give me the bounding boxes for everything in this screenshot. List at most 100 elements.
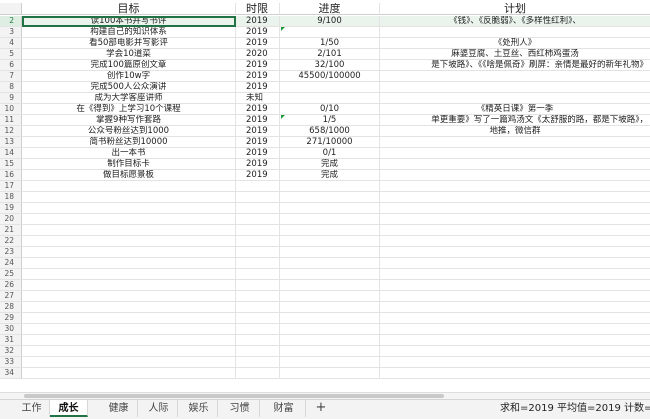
progress-cell[interactable]: 1/5 [280, 115, 380, 126]
row-number[interactable]: 3 [0, 27, 22, 38]
plan-cell[interactable]: 单更重要》写了一篇鸡汤文《太舒服的路，都是下坡路》， [380, 115, 650, 126]
row-number[interactable]: 2 [0, 16, 22, 27]
table-row[interactable]: 32 [0, 346, 650, 357]
plan-cell[interactable] [380, 225, 650, 236]
progress-cell[interactable] [280, 181, 380, 192]
deadline-cell[interactable] [236, 368, 280, 379]
plan-cell[interactable] [380, 148, 650, 159]
sheet-tab-4[interactable]: 人际 [140, 400, 178, 417]
table-row[interactable]: 16 做目标愿景板 2019 完成 [0, 170, 650, 181]
deadline-cell[interactable] [236, 203, 280, 214]
plan-cell[interactable] [380, 357, 650, 368]
row-number[interactable]: 8 [0, 82, 22, 93]
plan-cell[interactable] [380, 247, 650, 258]
row-number[interactable]: 25 [0, 269, 22, 280]
goal-cell[interactable]: 掌握9种写作套路 [22, 115, 236, 126]
goal-cell[interactable]: 出一本书 [22, 148, 236, 159]
deadline-cell[interactable]: 2019 [236, 126, 280, 137]
deadline-cell[interactable]: 2019 [236, 16, 280, 27]
row-number[interactable]: 12 [0, 126, 22, 137]
row-number[interactable]: 32 [0, 346, 22, 357]
plan-cell[interactable] [380, 335, 650, 346]
plan-cell[interactable] [380, 214, 650, 225]
table-row[interactable]: 3 构建自己的知识体系 2019 [0, 27, 650, 38]
table-row[interactable]: 22 [0, 236, 650, 247]
progress-cell[interactable] [280, 258, 380, 269]
deadline-cell[interactable] [236, 269, 280, 280]
row-number[interactable]: 13 [0, 137, 22, 148]
progress-cell[interactable]: 271/10000 [280, 137, 380, 148]
scrollbar-thumb[interactable] [24, 394, 444, 398]
row-number[interactable]: 23 [0, 247, 22, 258]
progress-cell[interactable] [280, 269, 380, 280]
table-row[interactable]: 30 [0, 324, 650, 335]
goal-cell[interactable]: 在《得到》上学习10个课程 [22, 104, 236, 115]
table-row[interactable]: 12 公众号粉丝达到1000 2019 658/1000 地推，微信群 [0, 126, 650, 137]
progress-cell[interactable]: 658/1000 [280, 126, 380, 137]
sheet-tab-2[interactable]: 成长 [50, 400, 88, 417]
deadline-cell[interactable] [236, 181, 280, 192]
goal-cell[interactable]: 成为大学客座讲师 [22, 93, 236, 104]
deadline-cell[interactable] [236, 247, 280, 258]
table-row[interactable]: 6 完成100篇原创文章 2019 32/100 是下坡路》、《《啥是佩奇》刷屏：亲情是… [0, 60, 650, 71]
row-number[interactable]: 30 [0, 324, 22, 335]
progress-cell[interactable]: 完成 [280, 159, 380, 170]
row-number[interactable]: 28 [0, 302, 22, 313]
sheet-tab-6[interactable]: 习惯 [220, 400, 260, 417]
plan-cell[interactable]: 地推，微信群 [380, 126, 650, 137]
deadline-cell[interactable] [236, 291, 280, 302]
column-header-plan[interactable]: 计划 [380, 3, 650, 15]
plan-cell[interactable] [380, 269, 650, 280]
table-row[interactable]: 29 [0, 313, 650, 324]
plan-cell[interactable]: 《处刑人》 [380, 38, 650, 49]
deadline-cell[interactable]: 2019 [236, 82, 280, 93]
row-number[interactable]: 4 [0, 38, 22, 49]
row-number[interactable]: 21 [0, 225, 22, 236]
goal-cell[interactable] [22, 258, 236, 269]
row-number[interactable]: 33 [0, 357, 22, 368]
plan-cell[interactable] [380, 324, 650, 335]
sheet-tab-1[interactable]: 工作 [14, 400, 50, 417]
deadline-cell[interactable]: 2019 [236, 148, 280, 159]
plan-cell[interactable]: 麻婆豆腐、土豆丝、西红柿鸡蛋汤 [380, 49, 650, 60]
plan-cell[interactable] [380, 291, 650, 302]
deadline-cell[interactable]: 2019 [236, 60, 280, 71]
goal-cell[interactable]: 做目标愿景板 [22, 170, 236, 181]
progress-cell[interactable]: 32/100 [280, 60, 380, 71]
table-row[interactable]: 24 [0, 258, 650, 269]
progress-cell[interactable] [280, 302, 380, 313]
plan-cell[interactable] [380, 181, 650, 192]
row-number[interactable]: 11 [0, 115, 22, 126]
table-row[interactable]: 18 [0, 192, 650, 203]
row-number[interactable]: 14 [0, 148, 22, 159]
table-row[interactable]: 21 [0, 225, 650, 236]
goal-cell[interactable] [22, 346, 236, 357]
spreadsheet-grid[interactable]: 目标 时限 进度 计划 2 读100本书并写书评 2019 9/100 《钱》、《反脆弱… [0, 0, 650, 392]
table-row[interactable]: 5 学会10道菜 2020 2/101 麻婆豆腐、土豆丝、西红柿鸡蛋汤 [0, 49, 650, 60]
add-sheet-button[interactable]: + [313, 400, 329, 417]
row-number[interactable]: 18 [0, 192, 22, 203]
goal-cell[interactable] [22, 313, 236, 324]
goal-cell[interactable] [22, 335, 236, 346]
sheet-tab-3[interactable]: 健康 [100, 400, 138, 417]
deadline-cell[interactable]: 2019 [236, 170, 280, 181]
column-header-progress[interactable]: 进度 [280, 3, 380, 15]
plan-cell[interactable] [380, 27, 650, 38]
row-number[interactable]: 16 [0, 170, 22, 181]
table-row[interactable]: 28 [0, 302, 650, 313]
table-row[interactable]: 7 创作10w字 2019 45500/100000 [0, 71, 650, 82]
sheet-tab-7[interactable]: 财富 [262, 400, 306, 417]
goal-cell[interactable] [22, 214, 236, 225]
deadline-cell[interactable]: 2019 [236, 38, 280, 49]
row-number[interactable]: 5 [0, 49, 22, 60]
deadline-cell[interactable] [236, 335, 280, 346]
goal-cell[interactable]: 创作10w字 [22, 71, 236, 82]
goal-cell[interactable]: 看50部电影并写影评 [22, 38, 236, 49]
progress-cell[interactable]: 0/1 [280, 148, 380, 159]
goal-cell[interactable]: 简书粉丝达到10000 [22, 137, 236, 148]
corner-cell[interactable] [0, 3, 22, 15]
plan-cell[interactable] [380, 313, 650, 324]
table-row[interactable]: 31 [0, 335, 650, 346]
row-number[interactable]: 19 [0, 203, 22, 214]
progress-cell[interactable] [280, 313, 380, 324]
